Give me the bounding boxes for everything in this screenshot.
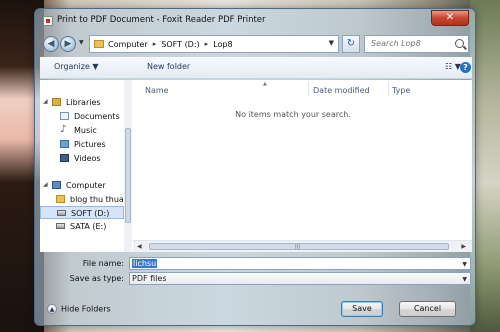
sidebar-item-label: Music (74, 126, 97, 135)
breadcrumb-separator-icon[interactable]: ▸ (205, 40, 209, 48)
sidebar-item-label: SATA (E:) (70, 222, 107, 231)
sidebar-item-label: Pictures (74, 140, 106, 149)
file-name-value[interactable]: lichsu (132, 259, 158, 268)
sidebar-item-label: SOFT (D:) (71, 209, 110, 218)
change-view-button[interactable]: ☷ ▼ (445, 62, 461, 71)
refresh-button[interactable]: ↻ (342, 35, 360, 53)
foxit-app-icon (43, 16, 53, 26)
file-list[interactable]: ▲ Name Date modified Type No items match… (133, 80, 472, 252)
file-name-field[interactable]: lichsu ▼ (129, 257, 471, 270)
save-as-type-dropdown-icon[interactable]: ▼ (462, 274, 467, 285)
sidebar-item-music[interactable]: ♪ Music (40, 124, 124, 137)
hide-folders-label: Hide Folders (61, 304, 111, 314)
sidebar-item-videos[interactable]: Videos (40, 152, 124, 165)
save-as-type-value: PDF files (132, 274, 167, 283)
breadcrumb-computer[interactable]: Computer (108, 40, 148, 49)
sidebar-item-documents[interactable]: Documents (40, 110, 124, 123)
sidebar-item-label: blog thu thuat (70, 195, 127, 204)
videos-icon (60, 154, 69, 162)
title-bar: Print to PDF Document - Foxit Reader PDF… (35, 9, 475, 33)
forward-button[interactable]: ▶ (60, 36, 76, 52)
empty-message: No items match your search. (235, 110, 351, 119)
sidebar-item-label: Videos (74, 154, 101, 163)
collapse-up-icon[interactable]: ▲ (47, 304, 57, 314)
column-header-date-modified[interactable]: Date modified (313, 86, 370, 95)
scroll-grip-icon: ||| (295, 244, 301, 250)
save-as-type-row: Save as type: PDF files ▼ (40, 272, 472, 286)
navigation-pane: ◢ Libraries Documents ♪ Music Pictures V… (40, 80, 132, 252)
breadcrumb-lop8[interactable]: Lop8 (213, 40, 232, 49)
pictures-icon (60, 140, 69, 148)
sidebar-item-sata-drive[interactable]: SATA (E:) (40, 220, 124, 233)
sort-arrow-icon: ▲ (263, 81, 267, 87)
horizontal-scroll-thumb[interactable]: ||| (149, 243, 449, 250)
column-header-type[interactable]: Type (392, 86, 410, 95)
save-as-type-select[interactable]: PDF files ▼ (129, 272, 471, 285)
toolbar: Organize ▼ New folder ☷ ▼ ? (40, 57, 472, 79)
address-dropdown-icon[interactable]: ▼ (329, 39, 334, 47)
folder-icon (94, 40, 104, 48)
window-title: Print to PDF Document - Foxit Reader PDF… (57, 15, 266, 25)
sidebar-item-pictures[interactable]: Pictures (40, 138, 124, 151)
breadcrumb-separator-icon[interactable]: ▸ (153, 40, 157, 48)
save-button[interactable]: Save (341, 301, 383, 317)
search-icon[interactable] (455, 39, 464, 48)
save-as-type-label: Save as type: (69, 274, 124, 283)
help-icon[interactable]: ? (460, 62, 471, 73)
main-pane: ◢ Libraries Documents ♪ Music Pictures V… (40, 80, 472, 252)
sidebar-item-libraries[interactable]: ◢ Libraries (40, 96, 124, 109)
sidebar-item-soft-drive[interactable]: SOFT (D:) (40, 206, 124, 219)
collapse-icon[interactable]: ◢ (43, 181, 48, 188)
column-divider[interactable] (308, 82, 309, 96)
save-dialog: Print to PDF Document - Foxit Reader PDF… (34, 8, 476, 326)
organize-button[interactable]: Organize ▼ (54, 62, 99, 71)
sidebar-item-label: Libraries (66, 98, 101, 107)
sidebar-item-label: Documents (74, 112, 120, 121)
sidebar-item-blog-thu-thuat[interactable]: blog thu thuat (40, 193, 127, 206)
music-icon: ♪ (60, 124, 67, 135)
sidebar-item-label: Computer (66, 181, 106, 190)
documents-icon (60, 112, 69, 120)
file-name-label: File name: (82, 259, 124, 268)
drive-icon (57, 210, 66, 216)
history-dropdown-icon[interactable]: ▼ (79, 39, 87, 49)
navigation-bar: ◀ ▶ ▼ Computer ▸ SOFT (D:) ▸ Lop8 ▼ ↻ Se… (41, 35, 469, 55)
new-folder-button[interactable]: New folder (147, 62, 190, 71)
computer-icon (52, 181, 61, 189)
sidebar-scroll-thumb[interactable] (125, 128, 131, 223)
library-icon (52, 98, 61, 106)
folder-icon (56, 195, 65, 203)
scroll-right-icon[interactable]: ▶ (461, 243, 466, 250)
cancel-button[interactable]: Cancel (399, 301, 456, 317)
close-button[interactable]: ✕ (431, 10, 469, 26)
search-placeholder: Search Lop8 (371, 39, 421, 48)
hide-folders-button[interactable]: ▲ Hide Folders (47, 304, 111, 314)
drive-icon (56, 223, 65, 229)
column-header-name[interactable]: Name (145, 86, 169, 95)
search-input[interactable]: Search Lop8 (364, 35, 469, 53)
column-divider[interactable] (388, 82, 389, 96)
sidebar-item-computer[interactable]: ◢ Computer (40, 179, 124, 192)
file-name-row: File name: lichsu ▼ (40, 257, 472, 271)
scroll-left-icon[interactable]: ◀ (137, 243, 142, 250)
collapse-icon[interactable]: ◢ (43, 98, 48, 105)
address-bar[interactable]: Computer ▸ SOFT (D:) ▸ Lop8 ▼ (89, 35, 339, 53)
horizontal-scrollbar[interactable]: ◀ ||| ▶ (133, 240, 472, 252)
file-name-dropdown-icon[interactable]: ▼ (462, 259, 467, 270)
back-button[interactable]: ◀ (43, 36, 59, 52)
sidebar-scrollbar[interactable] (124, 80, 132, 252)
breadcrumb-soft-drive[interactable]: SOFT (D:) (161, 40, 199, 49)
